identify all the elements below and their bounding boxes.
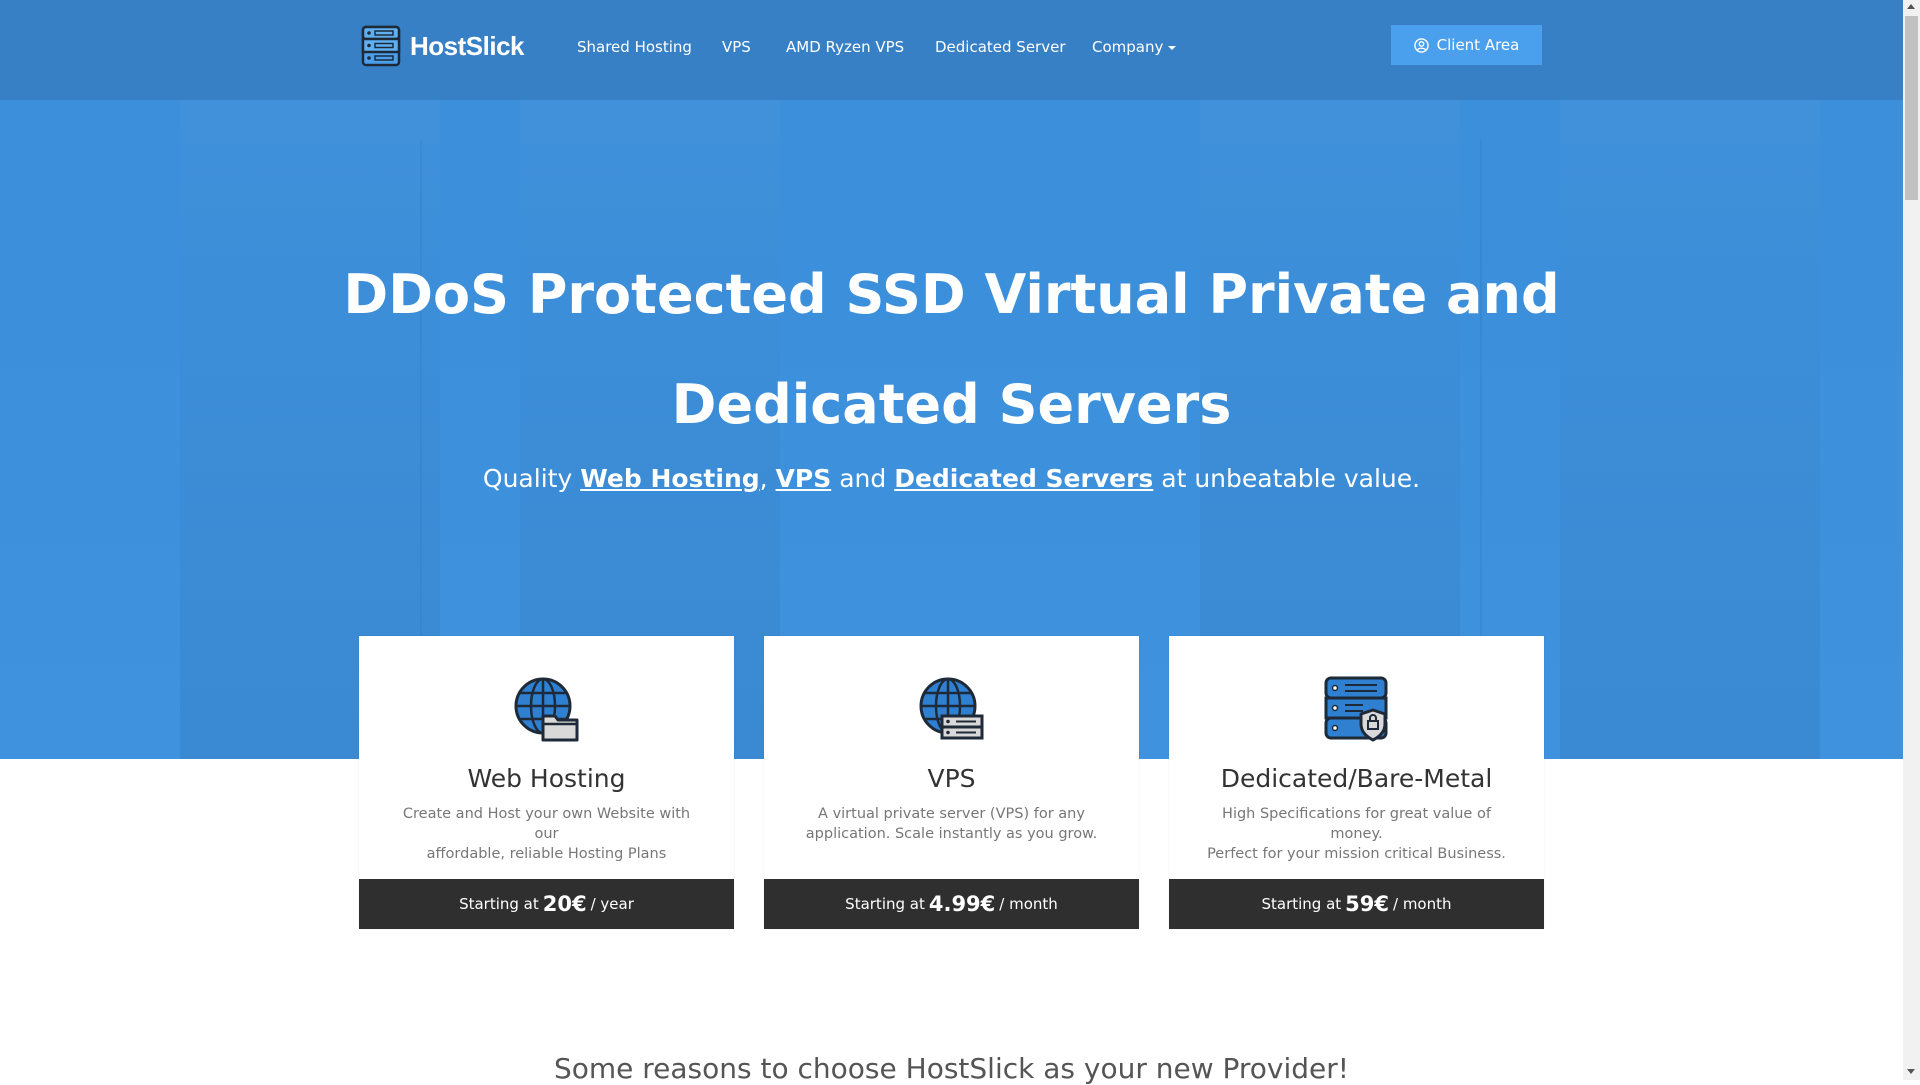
card-description: Create and Host your own Website with ou… <box>389 804 704 864</box>
reasons-heading: Some reasons to choose HostSlick as your… <box>553 1052 1350 1085</box>
server-rack-icon <box>361 25 401 67</box>
globe-folder-icon <box>514 677 579 742</box>
globe-server-icon <box>919 677 984 740</box>
nav-shared-hosting[interactable]: Shared Hosting <box>577 38 692 56</box>
price-prefix: Starting at <box>845 895 925 913</box>
card-price-bar[interactable]: Starting at 4.99€ / month <box>764 879 1139 929</box>
scroll-down-arrow-icon[interactable] <box>1907 1069 1915 1074</box>
hero-title: DDoS Protected SSD Virtual Private and D… <box>300 240 1603 460</box>
card-description-line2: affordable, reliable Hosting Plans <box>426 846 667 862</box>
hero-subtitle-prefix: Quality <box>482 464 573 493</box>
card-description-line1: High Specifications for great value of m… <box>1222 806 1491 842</box>
card-title: Dedicated/Bare-Metal <box>1220 764 1493 793</box>
price-suffix: / month <box>1393 895 1452 913</box>
hero-subtitle: Quality Web Hosting, VPS and Dedicated S… <box>300 464 1603 493</box>
hero-title-line1: DDoS Protected SSD Virtual Private and <box>343 263 1560 326</box>
dedicated-card[interactable]: Dedicated/Bare-Metal High Specifications… <box>1169 636 1544 929</box>
web-hosting-card[interactable]: Web Hosting Create and Host your own Web… <box>359 636 734 929</box>
scroll-up-arrow-icon[interactable] <box>1907 4 1915 9</box>
top-navbar: HostSlick Shared Hosting VPS AMD Ryzen V… <box>0 0 1903 100</box>
price-suffix: / year <box>590 895 634 913</box>
nav-vps[interactable]: VPS <box>722 38 751 56</box>
client-area-button[interactable]: Client Area <box>1391 25 1542 65</box>
price-prefix: Starting at <box>1261 895 1342 913</box>
user-circle-icon <box>1413 37 1429 53</box>
card-description: High Specifications for great value of m… <box>1199 804 1514 864</box>
hero-subtitle-comma: , <box>759 464 768 493</box>
price-prefix: Starting at <box>459 895 539 913</box>
card-price-bar[interactable]: Starting at 59€ / month <box>1169 879 1544 929</box>
price-value: 4.99€ <box>928 892 996 916</box>
vps-link[interactable]: VPS <box>776 464 832 493</box>
card-description-line2: Perfect for your mission critical Busine… <box>1207 846 1506 862</box>
nav-company-label: Company <box>1092 38 1164 56</box>
web-hosting-link[interactable]: Web Hosting <box>580 464 759 493</box>
server-shield-icon <box>1324 676 1388 742</box>
card-description-line1: Create and Host your own Website with ou… <box>402 806 691 842</box>
card-title: Web Hosting <box>467 764 626 793</box>
hero-title-line2: Dedicated Servers <box>671 373 1232 436</box>
card-title: VPS <box>927 764 976 793</box>
nav-company-dropdown[interactable]: Company <box>1092 38 1177 56</box>
card-description-line2: application. Scale instantly as you grow… <box>805 826 1098 842</box>
client-area-label: Client Area <box>1436 36 1520 54</box>
hero-subtitle-and: and <box>839 464 887 493</box>
price-value: 20€ <box>542 892 587 916</box>
price-suffix: / month <box>999 895 1058 913</box>
dedicated-servers-link[interactable]: Dedicated Servers <box>894 464 1153 493</box>
scrollbar-thumb[interactable] <box>1905 16 1918 200</box>
brand-logo[interactable]: HostSlick <box>360 25 525 67</box>
brand-name: HostSlick <box>410 30 525 61</box>
card-price-bar[interactable]: Starting at 20€ / year <box>359 879 734 929</box>
price-value: 59€ <box>1345 892 1389 916</box>
card-description-line1: A virtual private server (VPS) for any <box>818 806 1085 822</box>
card-description: A virtual private server (VPS) for any a… <box>794 804 1109 844</box>
nav-dedicated-server[interactable]: Dedicated Server <box>935 38 1066 56</box>
caret-down-icon <box>1168 45 1177 50</box>
nav-amd-ryzen-vps[interactable]: AMD Ryzen VPS <box>786 38 904 56</box>
hero-subtitle-suffix: at unbeatable value. <box>1161 464 1421 493</box>
vps-card[interactable]: VPS A virtual private server (VPS) for a… <box>764 636 1139 929</box>
